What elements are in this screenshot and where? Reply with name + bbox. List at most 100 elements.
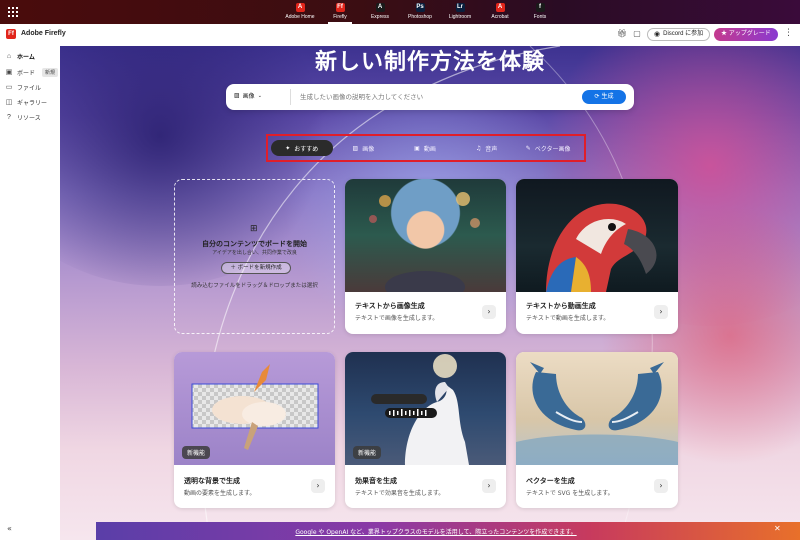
- chevron-right-icon[interactable]: ›: [654, 479, 668, 493]
- sidebar-item-label: リソース: [17, 116, 41, 122]
- sidebar-item-label: ギャラリー: [17, 101, 48, 107]
- app-firefly[interactable]: Ff Firefly: [320, 0, 360, 24]
- chevron-down-icon: ⌄: [257, 92, 262, 99]
- promo-banner-link[interactable]: Google や OpenAI など、業界トップクラスのモデルを活用して、際立っ…: [96, 527, 776, 536]
- prompt-bar: ▨ 画像 ⌄ ⟳ 生成: [226, 84, 634, 110]
- app-acrobat[interactable]: A Acrobat: [480, 0, 520, 24]
- card-title: 効果音を生成: [355, 477, 397, 485]
- card-title: 透明な背景で生成: [184, 477, 240, 485]
- app-photoshop[interactable]: Ps Photoshop: [400, 0, 440, 24]
- sidebar-item-label: ホーム: [17, 55, 35, 61]
- chevron-right-icon[interactable]: ›: [482, 479, 496, 493]
- tab-label: おすすめ: [294, 145, 319, 153]
- sparkle-icon: ✦: [285, 144, 291, 152]
- audio-icon: ♫: [475, 144, 482, 152]
- app-express[interactable]: A Express: [360, 0, 400, 24]
- sidebar-item-resources[interactable]: ? リソース: [5, 113, 41, 123]
- feature-card-text-to-video[interactable]: テキストから動画生成 テキストで動画を生成します。 ›: [516, 179, 678, 334]
- generate-icon: ⟳: [594, 93, 600, 100]
- board-upload-hint[interactable]: 読み込むファイルをドラッグ＆ドロップまたは選択: [175, 281, 334, 289]
- tab-label: 動画: [423, 145, 436, 153]
- card-description: テキストで効果音を生成します。: [355, 490, 445, 497]
- chevron-right-icon[interactable]: ›: [482, 305, 496, 319]
- discord-label: Discord に参加: [663, 31, 704, 37]
- video-icon: ▣: [414, 144, 420, 152]
- app-list: A Adobe Home Ff Firefly A Express Ps Photoshop L…: [280, 0, 560, 24]
- divider: [290, 89, 291, 105]
- app-fonts[interactable]: f Fonts: [520, 0, 560, 24]
- sidebar-item-home[interactable]: ⌂ ホーム: [5, 52, 35, 62]
- collapse-sidebar-icon[interactable]: «: [7, 524, 12, 533]
- app-switcher-icon[interactable]: [8, 7, 18, 17]
- card-image: 新機能: [345, 352, 506, 465]
- tab-audio[interactable]: ♫ 音声: [456, 140, 518, 156]
- adobe-app-bar: A Adobe Home Ff Firefly A Express Ps Photoshop L…: [0, 0, 800, 24]
- main-content: 新しい制作方法を体験 ▨ 画像 ⌄ ⟳ 生成 ✦ おすすめ ▨ 画像 ▣ 動画 …: [60, 46, 800, 540]
- app-name[interactable]: Adobe Firefly: [21, 30, 66, 37]
- photoshop-icon: Ps: [415, 3, 425, 12]
- folder-icon: ▭: [5, 83, 13, 91]
- upgrade-button[interactable]: ★ アップグレード: [714, 28, 778, 41]
- board-title: 自分のコンテンツでボードを開始: [202, 240, 307, 248]
- content-type-select[interactable]: ▨ 画像 ⌄: [234, 91, 262, 100]
- card-description: テキストで SVG を生成します。: [526, 490, 614, 497]
- chat-icon[interactable]: ▢: [632, 29, 642, 39]
- card-description: テキストで画像を生成します。: [355, 315, 439, 322]
- gift-icon[interactable]: 🎁︎: [617, 29, 627, 39]
- acrobat-icon: A: [495, 3, 505, 12]
- app-label: Acrobat: [491, 14, 509, 20]
- plus-icon: ＋: [230, 265, 236, 271]
- sidebar-item-files[interactable]: ▭ ファイル: [5, 83, 42, 93]
- more-menu-icon[interactable]: ⋮: [784, 28, 793, 38]
- category-tabs: ✦ おすすめ ▨ 画像 ▣ 動画 ♫ 音声 ✎ ベクター画像: [271, 140, 579, 156]
- feature-card-vector[interactable]: ベクターを生成 テキストで SVG を生成します。 ›: [516, 352, 678, 508]
- chevron-right-icon[interactable]: ›: [654, 305, 668, 319]
- close-icon[interactable]: ✕: [774, 524, 781, 533]
- feature-card-sound-effects[interactable]: 新機能 効果音を生成 テキストで効果音を生成します。 ›: [345, 352, 506, 508]
- card-title: ベクターを生成: [526, 477, 575, 485]
- tab-recommended[interactable]: ✦ おすすめ: [271, 140, 333, 156]
- prompt-input[interactable]: [300, 90, 560, 104]
- card-image: [345, 179, 506, 292]
- sidebar-item-gallery[interactable]: ◫ ギャラリー: [5, 98, 48, 108]
- resources-icon: ?: [7, 113, 11, 121]
- board-add-icon: ⊞: [250, 224, 258, 234]
- board-icon: ▣: [5, 68, 13, 76]
- card-description: テキストで動画を生成します。: [526, 315, 610, 322]
- discord-icon: ◉: [654, 31, 661, 38]
- generate-button[interactable]: ⟳ 生成: [582, 90, 626, 104]
- feature-card-transparent-background[interactable]: 新機能 透明な背景で生成 動画の要素を生成します。 ›: [174, 352, 335, 508]
- card-description: 動画の要素を生成します。: [184, 490, 256, 497]
- board-subtitle: アイデアを出し合い、共同作業で改良: [212, 250, 297, 256]
- tab-label: 画像: [362, 145, 375, 153]
- home-icon: ⌂: [6, 52, 12, 60]
- app-adobe-home[interactable]: A Adobe Home: [280, 0, 320, 24]
- app-label: Fonts: [533, 14, 547, 20]
- star-icon: ★: [721, 31, 728, 37]
- tab-label: ベクター画像: [534, 145, 571, 153]
- create-board-button[interactable]: ＋ ボードを新規作成: [221, 262, 291, 274]
- image-icon: ▨: [234, 92, 240, 99]
- upgrade-label: アップグレード: [728, 31, 771, 37]
- firefly-logo[interactable]: Ff: [6, 29, 16, 39]
- app-lightroom[interactable]: Lr Lightroom: [440, 0, 480, 24]
- tab-vector[interactable]: ✎ ベクター画像: [517, 140, 579, 156]
- fonts-icon: f: [535, 3, 545, 12]
- image-icon: ▨: [352, 144, 359, 152]
- adobe-icon: A: [295, 3, 305, 12]
- new-badge: 新規: [42, 68, 59, 77]
- tab-image[interactable]: ▨ 画像: [333, 140, 395, 156]
- sidebar: ⌂ ホーム ▣ ボード 新規 ▭ ファイル ◫ ギャラリー ? リソース: [0, 46, 60, 540]
- tab-video[interactable]: ▣ 動画: [394, 140, 456, 156]
- sidebar-item-board[interactable]: ▣ ボード 新規: [5, 68, 59, 77]
- app-label: Adobe Home: [285, 14, 315, 20]
- card-image: [516, 352, 678, 465]
- firefly-icon: Ff: [335, 3, 345, 12]
- discord-button[interactable]: ◉ Discord に参加: [647, 28, 711, 41]
- app-label: Firefly: [333, 14, 347, 20]
- content-type-label: 画像: [242, 93, 255, 100]
- chevron-right-icon[interactable]: ›: [311, 479, 325, 493]
- new-board-card[interactable]: ⊞ 自分のコンテンツでボードを開始 アイデアを出し合い、共同作業で改良 ＋ ボー…: [174, 179, 335, 334]
- sidebar-item-label: ファイル: [17, 86, 42, 92]
- feature-card-text-to-image[interactable]: テキストから画像生成 テキストで画像を生成します。 ›: [345, 179, 506, 334]
